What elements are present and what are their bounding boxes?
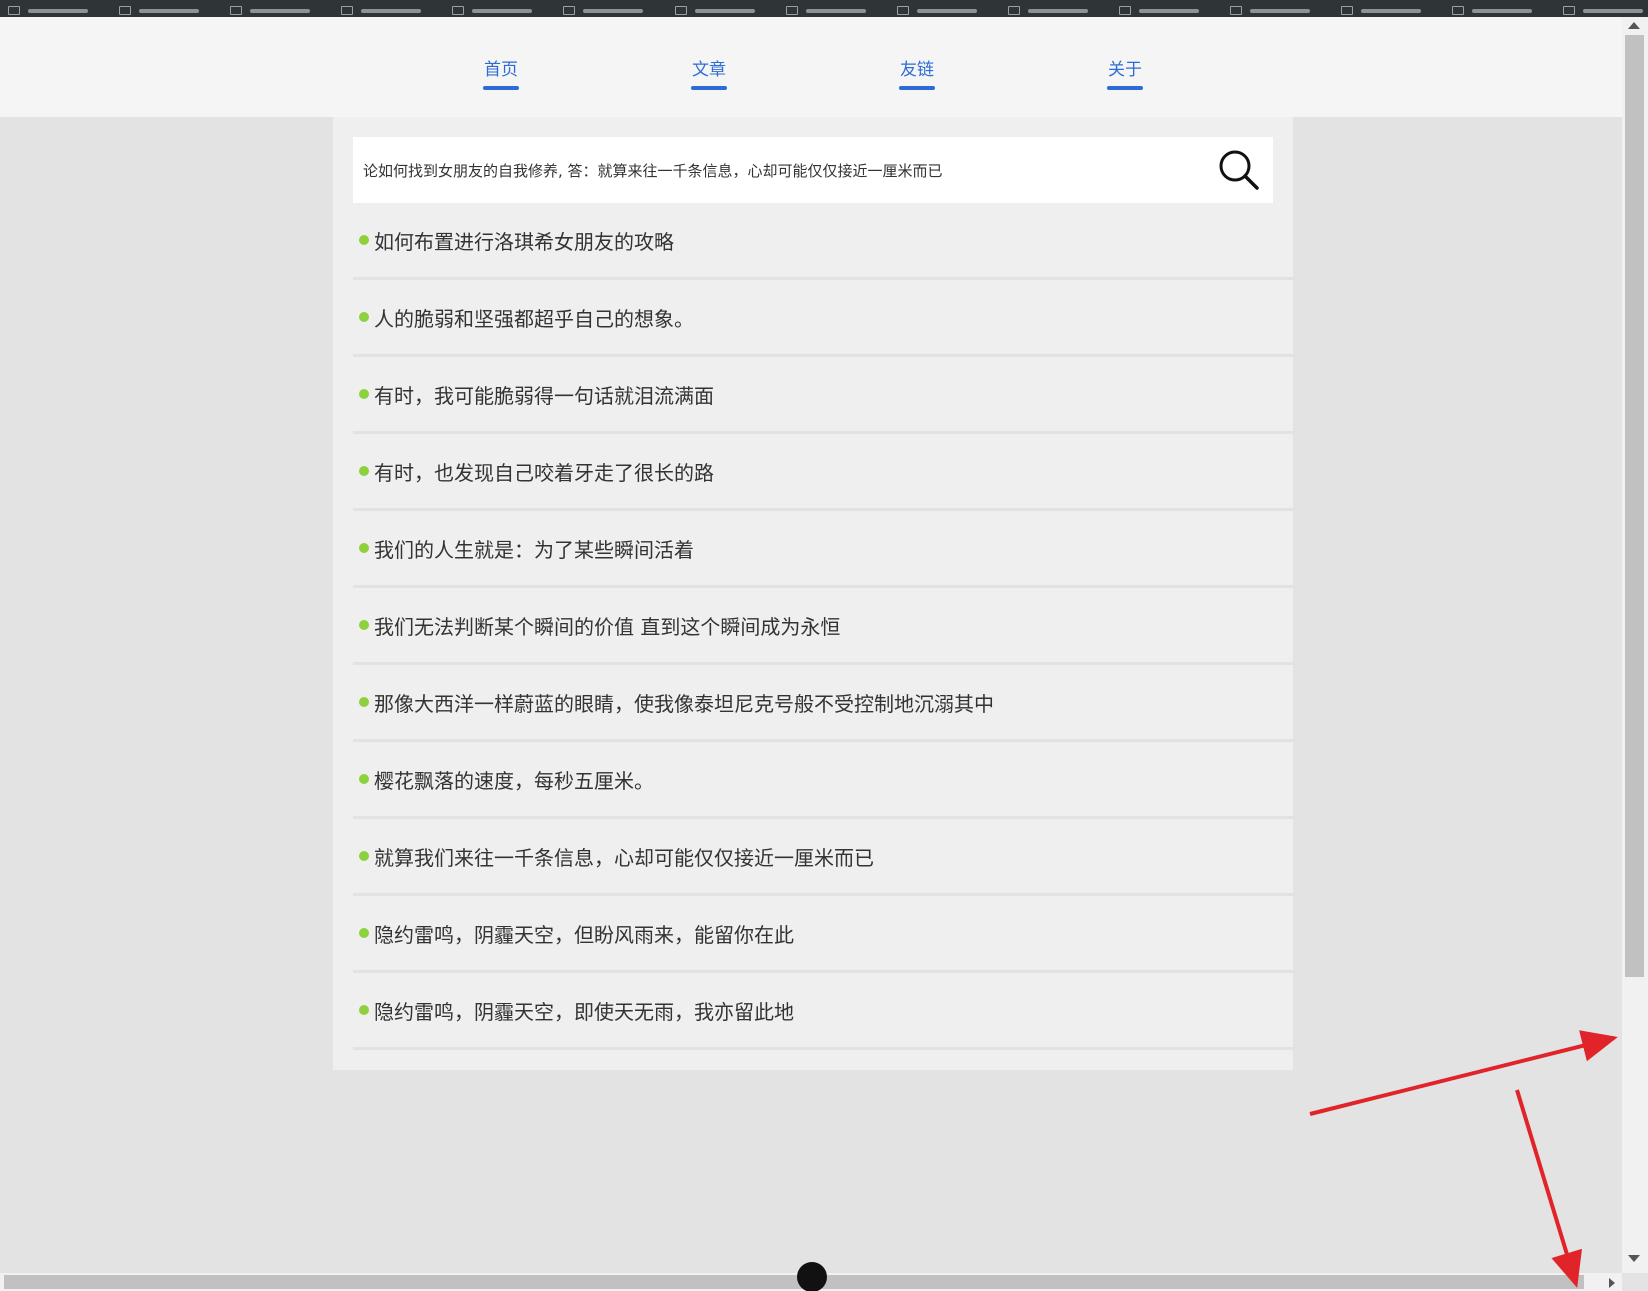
bookmark-item[interactable] [1111,6,1199,16]
bookmark-item[interactable] [1000,6,1088,16]
bullet-dot [359,312,369,322]
back-to-top-button[interactable] [797,1262,827,1291]
folder-icon [1118,6,1131,15]
folder-icon [896,6,909,15]
nav-label: 友链 [900,60,934,80]
list-item-text: 就算我们来往一千条信息，心却可能仅仅接近一厘米而已 [374,845,874,870]
bookmark-item[interactable] [0,6,88,16]
nav-articles[interactable]: 文章 [691,55,727,90]
bullet-dot [359,1005,369,1015]
bullet-dot [359,389,369,399]
bookmark-item[interactable] [555,6,644,16]
bullet-dot [359,466,369,476]
folder-icon [785,6,798,15]
search-icon[interactable] [1217,148,1261,192]
bookmarks-bar [0,0,1648,17]
folder-icon [1563,6,1576,15]
nav-underline [691,86,727,90]
list-item-text: 人的脆弱和坚强都超乎自己的想象。 [374,306,694,331]
nav-links[interactable]: 友链 [899,55,935,90]
annotation-arrow [1515,1089,1582,1288]
list-item-text: 隐约雷鸣，阴霾天空，即使天无雨，我亦留此地 [374,999,794,1024]
bullet-dot [359,774,369,784]
list-item[interactable]: 如何布置进行洛琪希女朋友的攻略 [353,203,1293,280]
list-item[interactable]: 我们无法判断某个瞬间的价值 直到这个瞬间成为永恒 [353,588,1293,665]
nav-about[interactable]: 关于 [1107,55,1143,90]
nav-underline [1107,86,1143,90]
bookmark-item[interactable] [778,6,866,16]
scroll-down-arrow-icon[interactable] [1628,1255,1640,1262]
bookmark-item[interactable] [1222,6,1311,16]
bookmark-item[interactable] [889,6,977,16]
list-item[interactable]: 隐约雷鸣，阴霾天空，但盼风雨来，能留你在此 [353,896,1293,973]
list-item[interactable]: 那像大西洋一样蔚蓝的眼睛，使我像泰坦尼克号般不受控制地沉溺其中 [353,665,1293,742]
nav-home[interactable]: 首页 [483,55,519,90]
list-item[interactable]: 有时，也发现自己咬着牙走了很长的路 [353,434,1293,511]
bookmark-item[interactable] [444,6,533,16]
horizontal-scrollbar-thumb[interactable] [4,1275,1584,1289]
bookmark-item[interactable] [1333,6,1422,16]
list-item[interactable]: 樱花飘落的速度，每秒五厘米。 [353,742,1293,819]
list-item-text: 樱花飘落的速度，每秒五厘米。 [374,768,654,793]
bookmark-item[interactable] [1555,6,1644,16]
bullet-dot [359,543,369,553]
list-item[interactable]: 就算我们来往一千条信息，心却可能仅仅接近一厘米而已 [353,819,1293,896]
folder-icon [1007,6,1020,15]
nav-label: 文章 [692,60,726,80]
search-input[interactable] [353,137,1217,203]
list-item-text: 我们无法判断某个瞬间的价值 直到这个瞬间成为永恒 [374,614,841,639]
folder-icon [452,6,465,15]
search-bar [353,137,1273,203]
article-list: 如何布置进行洛琪希女朋友的攻略 人的脆弱和坚强都超乎自己的想象。 有时，我可能脆… [353,203,1293,1050]
folder-icon [119,6,132,15]
bookmark-item[interactable] [333,6,422,16]
folder-icon [563,6,576,15]
list-item-text: 我们的人生就是：为了某些瞬间活着 [374,537,694,562]
folder-icon [1452,6,1465,15]
folder-icon [230,6,243,15]
scroll-up-arrow-icon[interactable] [1628,22,1640,29]
content-panel: 如何布置进行洛琪希女朋友的攻略 人的脆弱和坚强都超乎自己的想象。 有时，我可能脆… [333,117,1293,1070]
folder-icon [341,6,354,15]
top-nav: 首页 文章 友链 关于 [0,17,1622,117]
list-item-text: 那像大西洋一样蔚蓝的眼睛，使我像泰坦尼克号般不受控制地沉溺其中 [374,691,994,716]
bookmark-item[interactable] [1444,6,1533,16]
vertical-scrollbar-thumb[interactable] [1625,35,1644,977]
list-item-text: 有时，我可能脆弱得一句话就泪流满面 [374,383,714,408]
bookmark-item[interactable] [222,6,311,16]
nav-underline [483,86,519,90]
list-item[interactable]: 隐约雷鸣，阴霾天空，即使天无雨，我亦留此地 [353,973,1293,1050]
nav-label: 首页 [484,60,518,80]
list-item-text: 有时，也发现自己咬着牙走了很长的路 [374,460,714,485]
list-item[interactable]: 我们的人生就是：为了某些瞬间活着 [353,511,1293,588]
nav-underline [899,86,935,90]
bullet-dot [359,851,369,861]
folder-icon [1341,6,1354,15]
bullet-dot [359,235,369,245]
folder-icon [8,6,20,15]
folder-icon [1230,6,1243,15]
bookmark-item[interactable] [111,6,200,16]
bookmark-item[interactable] [667,6,755,16]
scroll-right-arrow-icon[interactable] [1609,1278,1615,1288]
annotation-arrow [1309,1030,1618,1116]
list-item[interactable]: 有时，我可能脆弱得一句话就泪流满面 [353,357,1293,434]
bullet-dot [359,620,369,630]
bullet-dot [359,697,369,707]
list-item[interactable]: 人的脆弱和坚强都超乎自己的想象。 [353,280,1293,357]
list-item-text: 如何布置进行洛琪希女朋友的攻略 [374,229,674,254]
folder-icon [674,6,687,15]
bullet-dot [359,928,369,938]
list-item-text: 隐约雷鸣，阴霾天空，但盼风雨来，能留你在此 [374,922,794,947]
nav-label: 关于 [1108,60,1142,80]
